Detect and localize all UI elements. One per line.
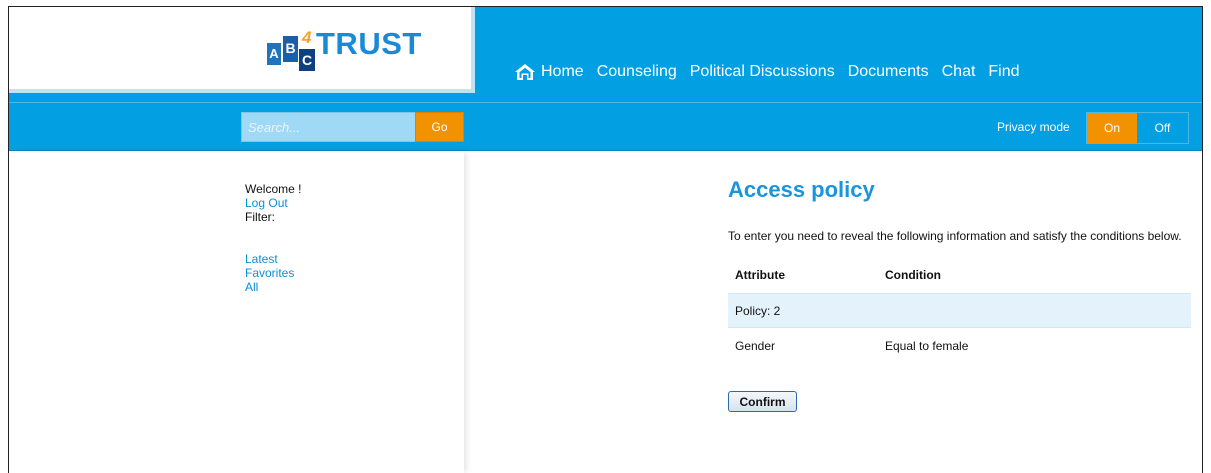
nav-item-documents[interactable]: Documents: [848, 63, 929, 81]
filter-label: Filter:: [245, 210, 275, 224]
table-row: Gender Equal to female: [728, 328, 1191, 363]
abc4trust-logo[interactable]: A B 4C TRUST: [267, 19, 422, 71]
toolbar: Search... Go Privacy mode On Off: [9, 102, 1202, 151]
page-title: Access policy: [728, 177, 875, 202]
nav-item-political-discussions[interactable]: Political Discussions: [690, 63, 835, 81]
logo-word: TRUST: [316, 26, 422, 61]
nav-item-home[interactable]: Home: [515, 63, 584, 81]
welcome-text: Welcome !: [245, 182, 302, 196]
policy-table: Attribute Condition Policy: 2 Gender Equ…: [728, 257, 1191, 363]
table-header: Attribute Condition: [728, 257, 1191, 293]
search-input[interactable]: Search...: [241, 112, 416, 142]
filter-latest-link[interactable]: Latest: [245, 253, 278, 266]
logo-superscript: 4: [302, 28, 312, 47]
privacy-on-button[interactable]: On: [1087, 113, 1137, 143]
logo-block-b: B: [283, 36, 298, 62]
table-row: Policy: 2: [728, 293, 1191, 328]
nav-item-find[interactable]: Find: [988, 63, 1019, 81]
filter-favorites-link[interactable]: Favorites: [245, 267, 294, 280]
column-header-attribute: Attribute: [735, 268, 785, 282]
nav-item-counseling[interactable]: Counseling: [597, 63, 677, 81]
search-go-button[interactable]: Go: [415, 112, 464, 142]
privacy-mode-toggle: On Off: [1086, 112, 1189, 144]
logo-block-c: 4C: [299, 28, 315, 71]
privacy-mode-label: Privacy mode: [997, 120, 1070, 134]
sidebar: Welcome ! Log Out Filter: Latest Favorit…: [9, 151, 464, 473]
logo-block-c-letter: C: [301, 52, 313, 68]
confirm-button[interactable]: Confirm: [728, 391, 797, 412]
logo-block-a: A: [267, 43, 281, 65]
table-cell-attribute: Policy: 2: [735, 303, 781, 318]
nav-item-chat[interactable]: Chat: [942, 63, 976, 81]
site-header: A B 4C TRUST Home Counseling Political D…: [9, 7, 1202, 151]
privacy-off-button[interactable]: Off: [1137, 113, 1188, 143]
browser-viewport: A B 4C TRUST Home Counseling Political D…: [8, 6, 1203, 473]
intro-text: To enter you need to reveal the followin…: [728, 229, 1182, 243]
logo-container: A B 4C TRUST: [9, 7, 475, 93]
table-cell-condition: Equal to female: [885, 338, 969, 353]
home-icon: [515, 64, 535, 80]
table-cell-attribute: Gender: [735, 338, 776, 353]
filter-all-link[interactable]: All: [245, 281, 258, 294]
column-header-condition: Condition: [885, 268, 941, 282]
logout-link[interactable]: Log Out: [245, 197, 288, 210]
main-nav: Home Counseling Political Discussions Do…: [515, 63, 1033, 81]
nav-home-label: Home: [541, 63, 584, 80]
